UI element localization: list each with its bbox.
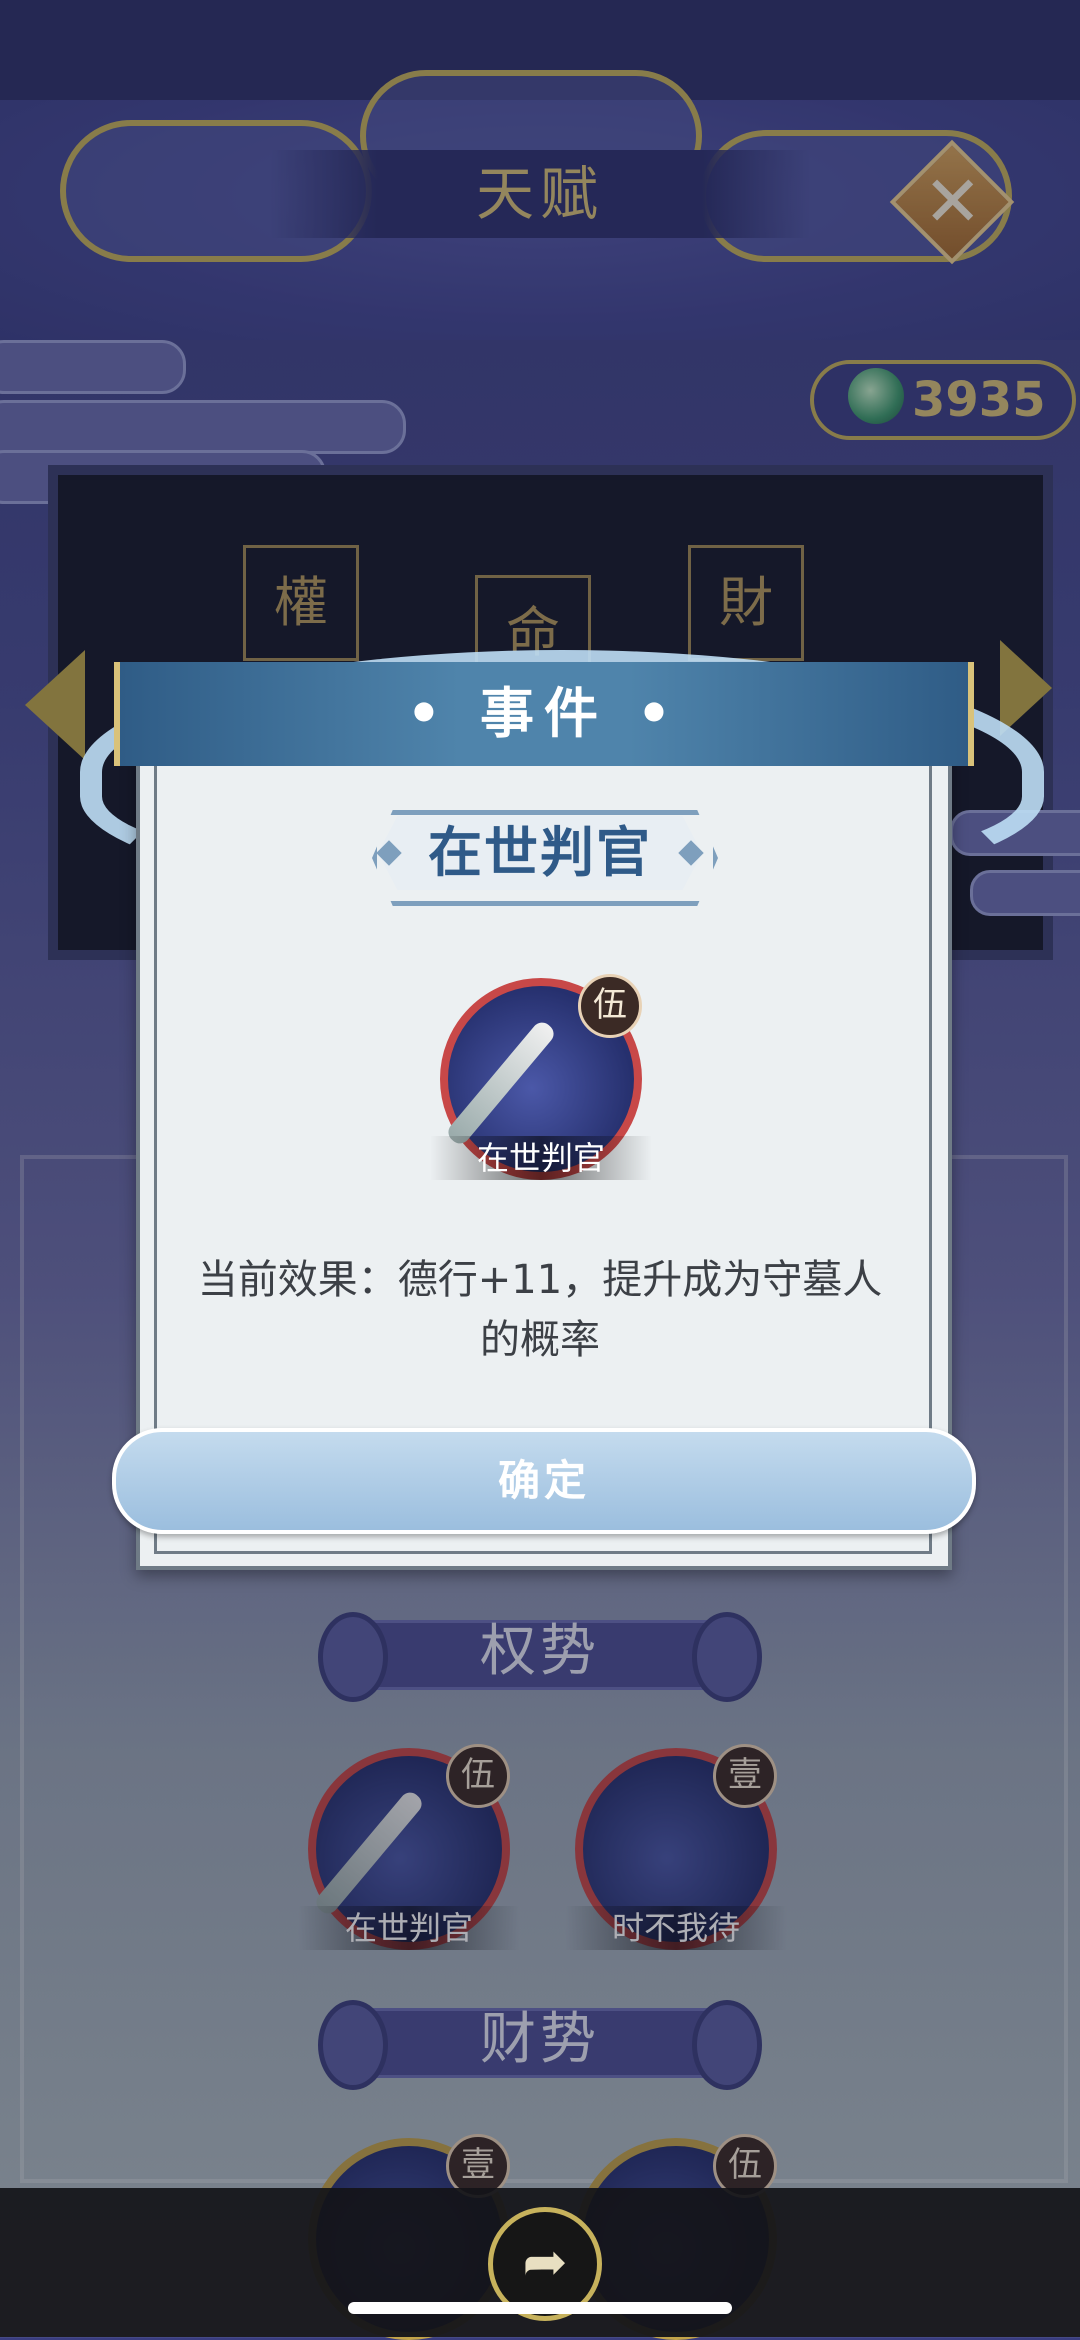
talent-caption: 在世判官 xyxy=(430,1136,652,1180)
talent-name: 在世判官 xyxy=(428,821,652,884)
confirm-button-label[interactable]: 确定 xyxy=(112,1428,976,1534)
dialog-title: • 事件 • xyxy=(406,682,682,745)
effect-description: 当前效果：德行+11，提升成为守墓人的概率 xyxy=(197,1257,883,1363)
talent-icon: 伍 在世判官 xyxy=(430,974,652,1180)
home-indicator[interactable] xyxy=(348,2302,732,2314)
share-icon: ➦ xyxy=(522,2230,568,2293)
talent-level-badge: 伍 xyxy=(578,974,642,1038)
